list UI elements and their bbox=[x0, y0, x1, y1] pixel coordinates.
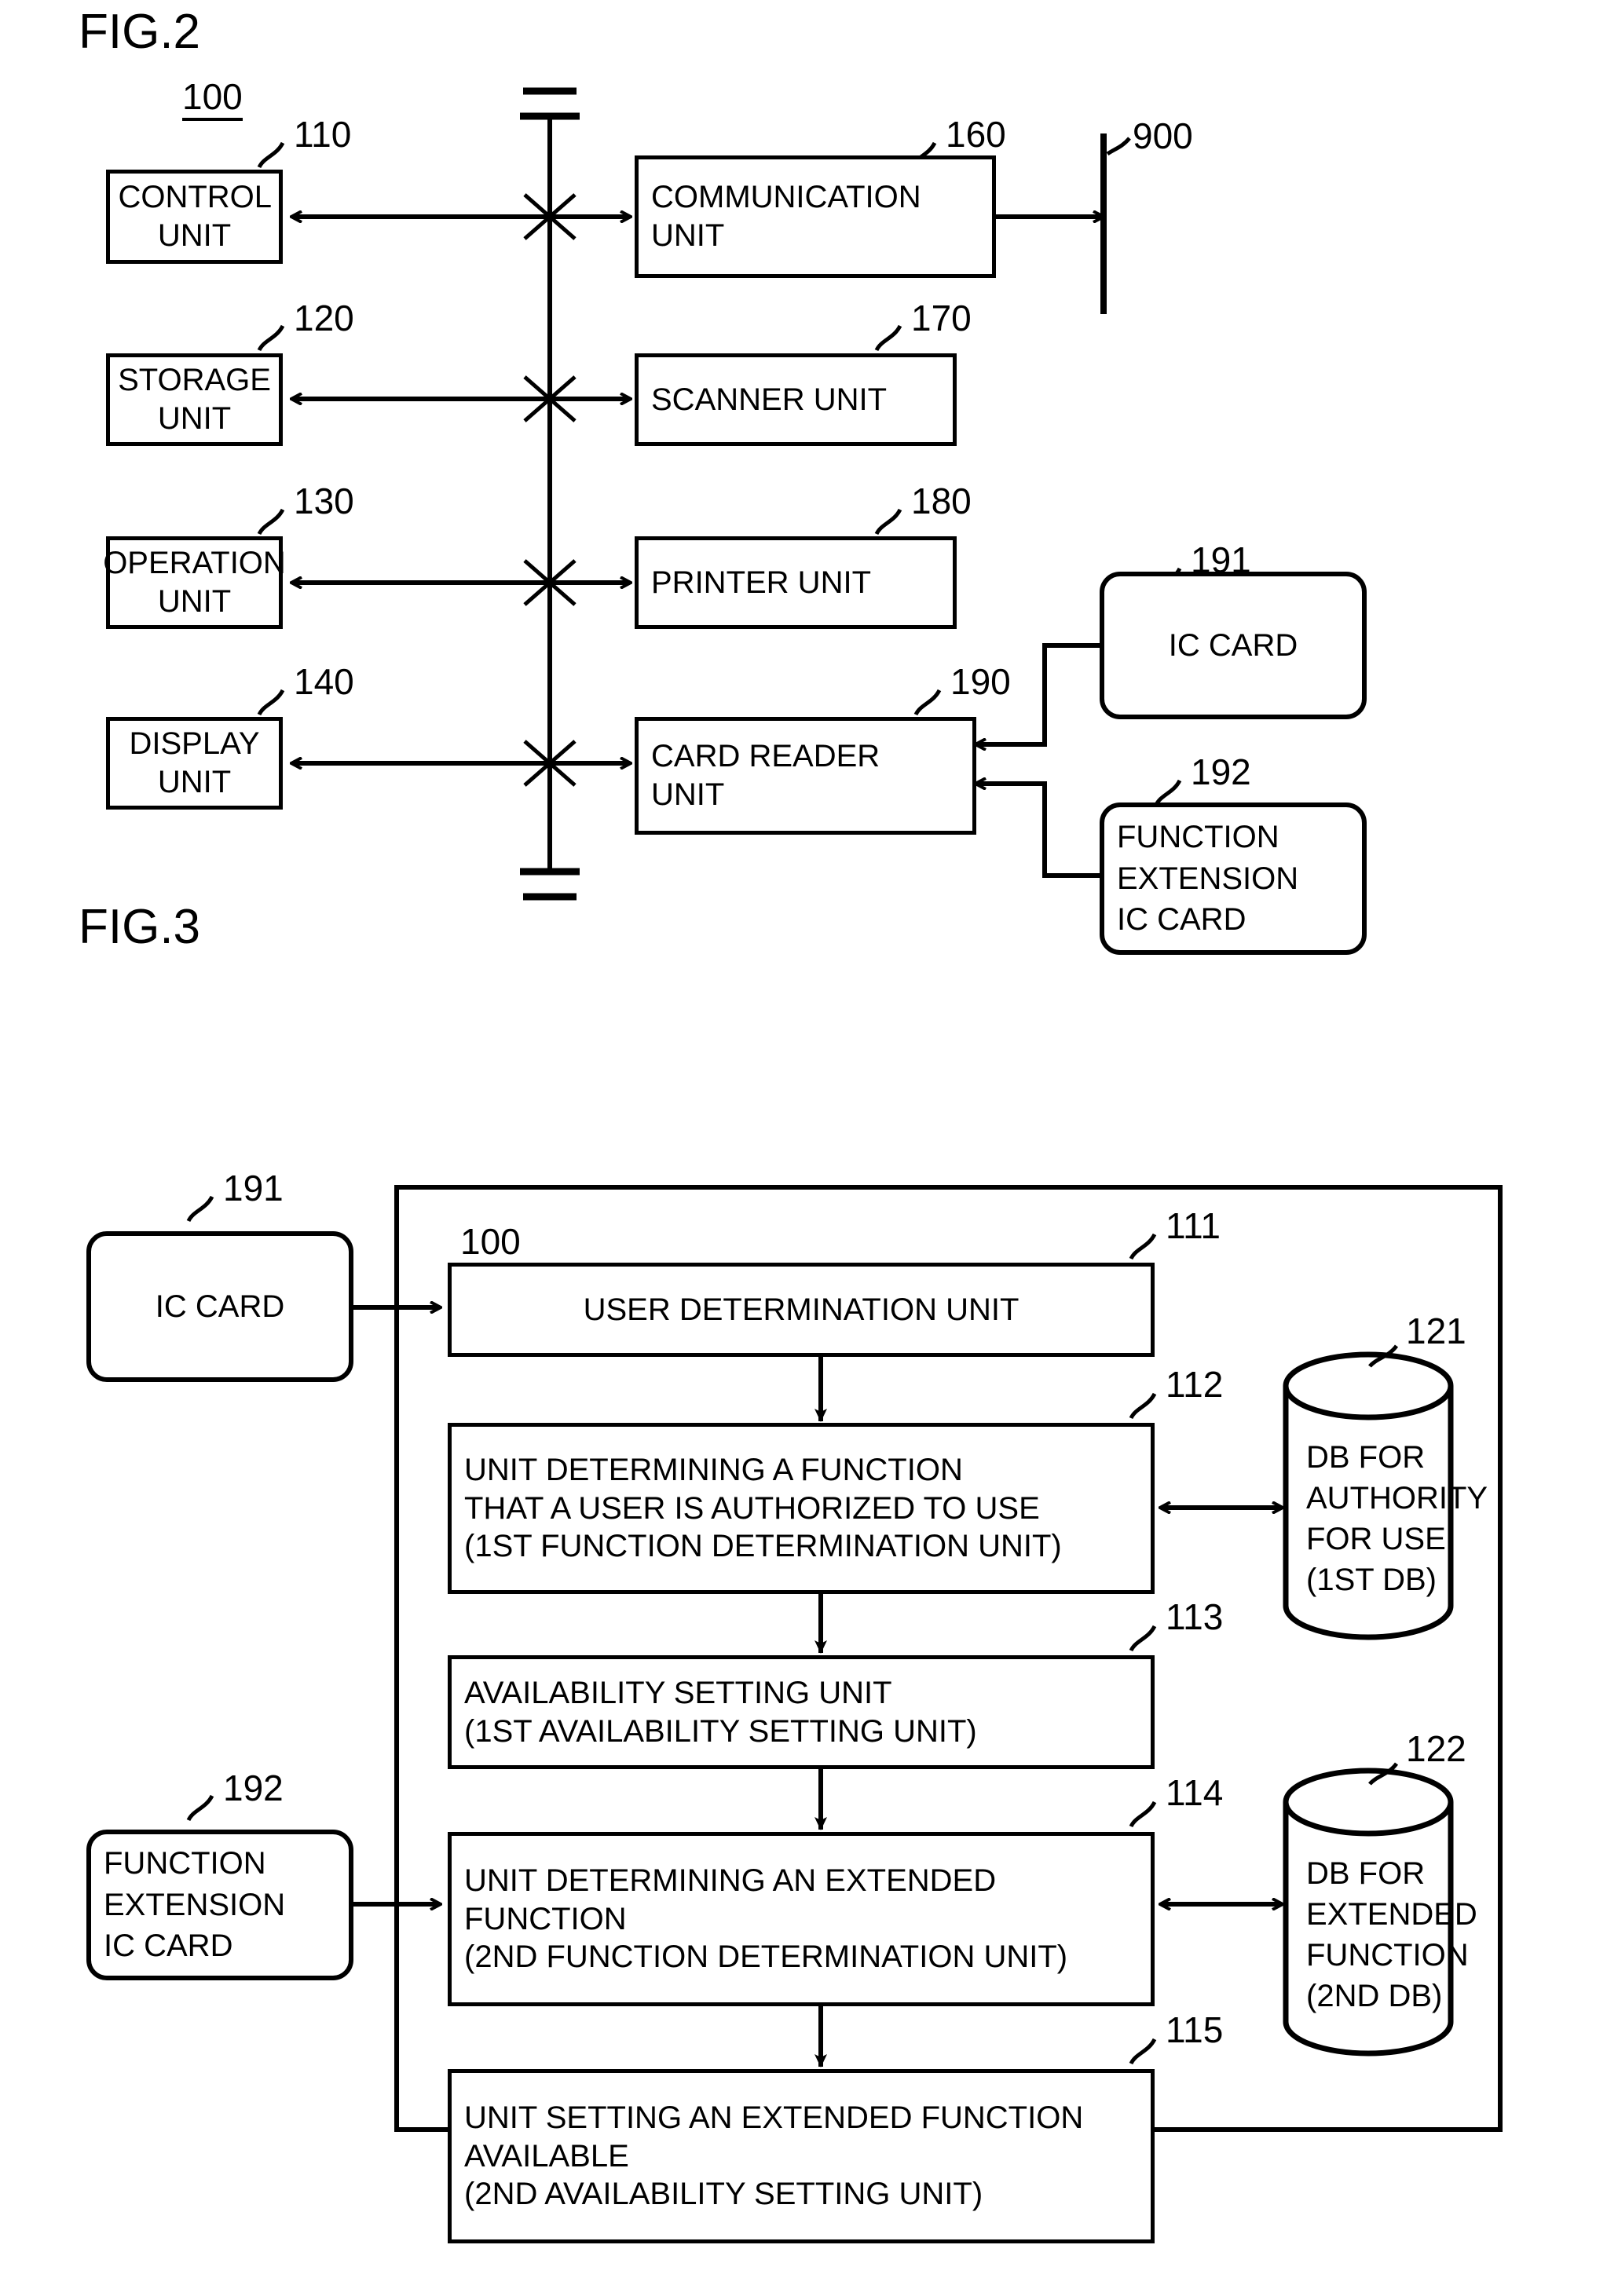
fig3-db-authority-for-use-label: DB FOR AUTHORITY FOR USE (1ST DB) bbox=[1306, 1440, 1488, 1597]
fig2-network-ref: 900 bbox=[1133, 115, 1193, 156]
fig2-ref-190: 190 bbox=[950, 661, 1011, 702]
fig3-card-ic-card-label: IC CARD bbox=[155, 1289, 285, 1324]
fig3-system-ref: 100 bbox=[460, 1223, 521, 1266]
fig2-ref-140: 140 bbox=[294, 661, 354, 702]
fig2-block-storage-unit-label: STORAGE UNIT bbox=[118, 363, 271, 436]
fig2-ref-160: 160 bbox=[946, 114, 1006, 155]
fig3-block-second-function-determination-unit-label: UNIT DETERMINING AN EXTENDED FUNCTION (2… bbox=[464, 1863, 1068, 1975]
fig3-block-first-availability-setting-unit[interactable]: AVAILABILITY SETTING UNIT (1ST AVAILABIL… bbox=[448, 1655, 1155, 1769]
fig2-block-storage-unit[interactable]: STORAGE UNIT bbox=[106, 353, 283, 446]
fig3-block-second-availability-setting-unit[interactable]: UNIT SETTING AN EXTENDED FUNCTION AVAILA… bbox=[448, 2069, 1155, 2243]
fig3-ref-114: 114 bbox=[1166, 1772, 1224, 1813]
fig2-ref-180: 180 bbox=[911, 481, 972, 521]
fig2-block-printer-unit[interactable]: PRINTER UNIT bbox=[635, 536, 957, 629]
fig2-block-operation-unit[interactable]: OPERATION UNIT bbox=[103, 536, 286, 629]
fig3-block-first-function-determination-unit[interactable]: UNIT DETERMINING A FUNCTION THAT A USER … bbox=[448, 1423, 1155, 1594]
fig3-ref-113: 113 bbox=[1166, 1596, 1224, 1637]
fig2-row3-connectors bbox=[292, 559, 630, 606]
fig2-block-control-unit[interactable]: CONTROL UNIT bbox=[106, 170, 283, 264]
fig2-block-scanner-unit[interactable]: SCANNER UNIT bbox=[635, 353, 957, 446]
fig3-ref-122: 122 bbox=[1406, 1728, 1466, 1769]
fig3-card-function-extension-ic-card[interactable]: FUNCTION EXTENSION IC CARD bbox=[86, 1830, 353, 1980]
fig2-block-display-unit[interactable]: DISPLAY UNIT bbox=[106, 717, 283, 810]
fig2-block-communication-unit-label: COMMUNICATION UNIT bbox=[651, 180, 921, 253]
fig2-ref-170: 170 bbox=[911, 298, 972, 338]
fig2-row2-connectors bbox=[292, 375, 630, 422]
fig2-block-operation-unit-label: OPERATION UNIT bbox=[103, 546, 286, 619]
fig2-ref-130: 130 bbox=[294, 481, 354, 521]
fig2-block-printer-unit-label: PRINTER UNIT bbox=[651, 565, 871, 600]
fig2-ref-120: 120 bbox=[294, 298, 354, 338]
fig3-block-second-availability-setting-unit-label: UNIT SETTING AN EXTENDED FUNCTION AVAILA… bbox=[464, 2100, 1084, 2212]
fig2-block-communication-unit[interactable]: COMMUNICATION UNIT bbox=[635, 155, 996, 278]
fig2-caption: FIG.2 bbox=[79, 5, 201, 59]
fig2-bus bbox=[520, 87, 580, 901]
fig2-block-control-unit-label: CONTROL UNIT bbox=[118, 180, 273, 253]
fig2-card-ic-card-label: IC CARD bbox=[1168, 627, 1298, 663]
patent-drawing-sheet: FIG.2 100 900 CONTROL UNIT 110 STORAGE U… bbox=[0, 0, 1618, 2296]
fig3-db-extended-function-label: DB FOR EXTENDED FUNCTION (2ND DB) bbox=[1306, 1856, 1477, 2013]
fig2-block-card-reader-unit[interactable]: CARD READER UNIT bbox=[635, 717, 976, 835]
fig3-caption: FIG.3 bbox=[79, 900, 201, 954]
fig3-ref-112: 112 bbox=[1166, 1364, 1224, 1405]
fig2-card-function-extension-ic-card[interactable]: FUNCTION EXTENSION IC CARD bbox=[1100, 803, 1367, 955]
fig2-block-scanner-unit-label: SCANNER UNIT bbox=[651, 382, 888, 417]
fig3-ref-192: 192 bbox=[223, 1768, 284, 1808]
fig3-ref-115: 115 bbox=[1166, 2009, 1224, 2050]
fig3-card-ic-card[interactable]: IC CARD bbox=[86, 1231, 353, 1382]
fig2-row1-connectors bbox=[292, 193, 630, 240]
fig2-card-ic-card[interactable]: IC CARD bbox=[1100, 572, 1367, 719]
fig3-block-user-determination-unit[interactable]: USER DETERMINATION UNIT bbox=[448, 1263, 1155, 1357]
fig2-ref-191: 191 bbox=[1191, 539, 1251, 580]
fig3-block-user-determination-unit-label: USER DETERMINATION UNIT bbox=[583, 1292, 1019, 1327]
fig2-ref-192: 192 bbox=[1191, 751, 1251, 792]
fig2-ref-110: 110 bbox=[294, 114, 352, 155]
fig2-block-card-reader-unit-label: CARD READER UNIT bbox=[651, 739, 880, 812]
fig3-ref-121: 121 bbox=[1406, 1311, 1466, 1351]
fig2-card-function-extension-ic-card-label: FUNCTION EXTENSION IC CARD bbox=[1117, 819, 1299, 938]
fig3-ref-111: 111 bbox=[1166, 1205, 1221, 1246]
fig3-ref-191: 191 bbox=[223, 1168, 284, 1208]
fig3-block-second-function-determination-unit[interactable]: UNIT DETERMINING AN EXTENDED FUNCTION (2… bbox=[448, 1832, 1155, 2006]
fig2-block-display-unit-label: DISPLAY UNIT bbox=[129, 726, 260, 799]
fig2-row4-connectors bbox=[292, 740, 630, 787]
fig2-system-ref: 100 bbox=[182, 79, 243, 121]
fig3-block-first-availability-setting-unit-label: AVAILABILITY SETTING UNIT (1ST AVAILABIL… bbox=[464, 1675, 977, 1749]
fig3-card-function-extension-ic-card-label: FUNCTION EXTENSION IC CARD bbox=[104, 1845, 286, 1964]
fig3-block-first-function-determination-unit-label: UNIT DETERMINING A FUNCTION THAT A USER … bbox=[464, 1452, 1062, 1564]
